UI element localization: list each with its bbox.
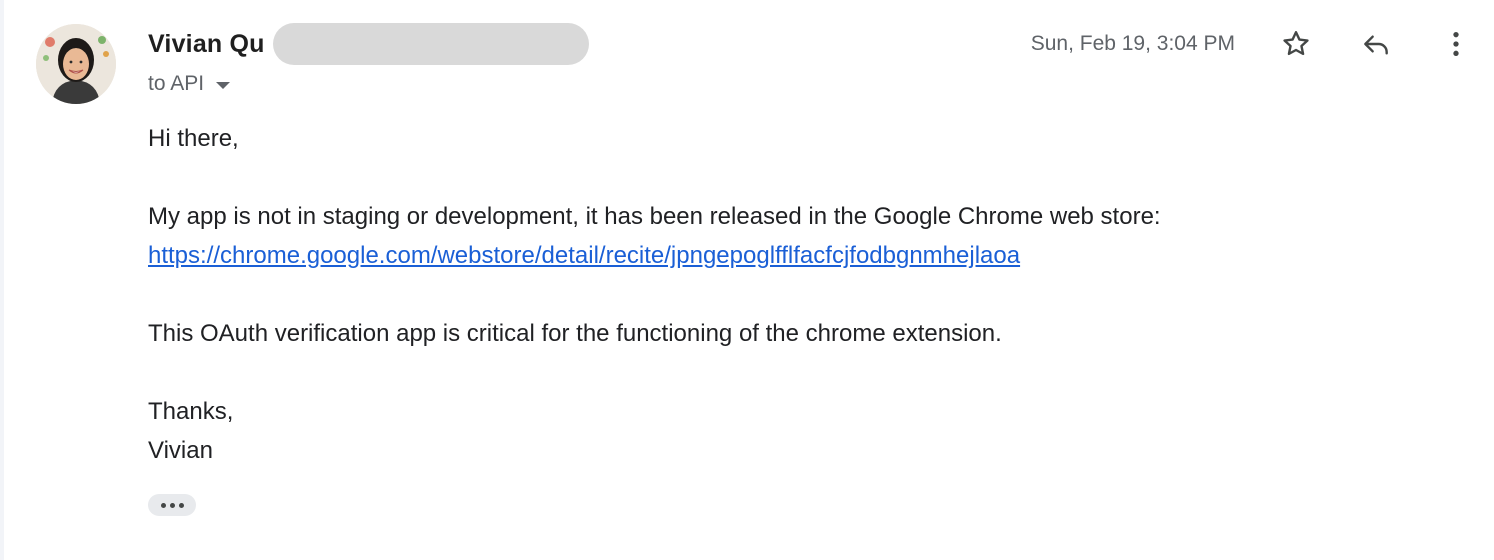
paragraph-release: My app is not in staging or development,…: [148, 197, 1248, 275]
reply-button[interactable]: [1356, 24, 1396, 64]
message-date: Sun, Feb 19, 3:04 PM: [1030, 32, 1235, 55]
avatar-photo: [36, 24, 116, 104]
paragraph-oauth: This OAuth verification app is critical …: [148, 320, 1002, 347]
closing: Thanks,: [148, 398, 234, 425]
signature: Vivian: [148, 437, 213, 464]
caret-down-icon: [216, 82, 231, 89]
redacted-sender-email: [272, 23, 589, 65]
star-icon: [1283, 31, 1309, 56]
sender-avatar[interactable]: [36, 24, 116, 104]
recipient-details-toggle[interactable]: to API: [148, 68, 231, 100]
email-message: Vivian Qu to API Sun, Feb 19, 3:04 PM Hi…: [0, 0, 1494, 560]
paragraph-release-text: My app is not in staging or development,…: [148, 203, 1161, 230]
greeting: Hi there,: [148, 125, 239, 152]
recipient-label: to API: [148, 72, 205, 95]
webstore-link[interactable]: https://chrome.google.com/webstore/detai…: [148, 242, 1020, 269]
reply-icon: [1364, 35, 1388, 55]
message-body: Hi there, My app is not in staging or de…: [148, 119, 1248, 470]
more-options-button[interactable]: [1436, 24, 1476, 64]
more-horiz-icon: [160, 502, 166, 508]
sender-name[interactable]: Vivian Qu: [148, 30, 265, 59]
more-vert-icon: [1453, 32, 1459, 56]
show-trimmed-content-button[interactable]: [148, 494, 196, 516]
star-button[interactable]: [1276, 24, 1316, 64]
left-divider: [0, 0, 4, 560]
sender-row: Vivian Qu: [148, 22, 589, 66]
